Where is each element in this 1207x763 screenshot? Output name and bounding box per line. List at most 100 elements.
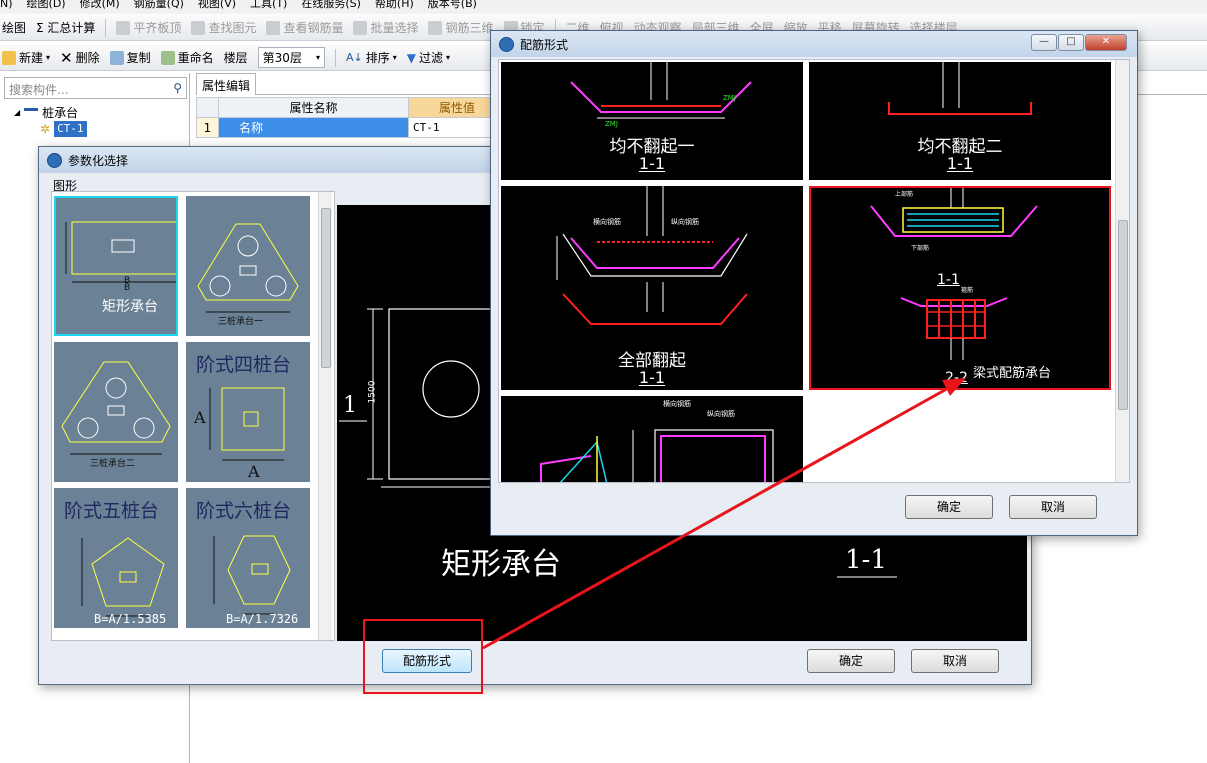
partial-option-diagram: 横向钢筋 纵向钢筋	[540, 399, 774, 482]
svg-text:横向钢筋: 横向钢筋	[663, 399, 691, 408]
highlight-box	[363, 619, 483, 694]
menu-item[interactable]: 视图(V)	[198, 0, 236, 14]
chevron-down-icon: ▾	[392, 53, 397, 62]
toolbar-separator	[105, 18, 107, 37]
filter-icon: ▼	[406, 50, 416, 65]
rename-icon	[160, 50, 175, 65]
delete-button[interactable]: ✕ 删除	[60, 49, 100, 67]
shape-gallery: B 矩形承台 B 三桩承台一 三桩承台二 阶式四桩台 A A 阶式五桩台 B=A…	[51, 191, 335, 641]
tab-property-edit[interactable]: 属性编辑	[196, 73, 256, 95]
row-number: 1	[196, 117, 219, 138]
svg-text:ZMJ: ZMJ	[605, 120, 618, 128]
cancel-button[interactable]: 取消	[911, 649, 999, 673]
dim-label: 1500	[367, 380, 378, 404]
svg-text:上部筋: 上部筋	[895, 190, 913, 198]
floor-select[interactable]: 第30层 ▾	[257, 47, 325, 68]
pile-cap-icon	[24, 108, 39, 118]
preview-caption: 矩形承台	[441, 547, 561, 582]
rebar-form-dialog: 配筋形式 — □ ✕ ZMJ ZMJ 均不翻起一 1-1 均不翻起二 1-1 横…	[490, 30, 1138, 536]
copy-icon	[109, 50, 124, 65]
rename-button[interactable]: 重命名	[160, 49, 214, 66]
column-header-name: 属性名称	[218, 97, 409, 118]
option-section: 1-1	[638, 154, 666, 173]
app-window: N) 绘图(D) 修改(M) 钢筋量(Q) 视图(V) 工具(T) 在线服务(S…	[0, 0, 1207, 763]
menu-bar: N) 绘图(D) 修改(M) 钢筋量(Q) 视图(V) 工具(T) 在线服务(S…	[0, 0, 1207, 14]
menu-item[interactable]: 在线服务(S)	[301, 0, 361, 14]
sort-button[interactable]: A↓ 排序 ▾	[346, 49, 397, 66]
chevron-down-icon: ▾	[446, 53, 451, 62]
thumb-label: B	[124, 276, 131, 286]
tree-node-pile-cap[interactable]: ◢ 桩承台	[14, 105, 87, 121]
thumb-three-pile-1[interactable]: 三桩承台一	[186, 196, 310, 336]
table-row[interactable]: 1 名称 CT-1	[196, 117, 506, 138]
gallery-scrollbar[interactable]	[318, 192, 332, 640]
tool-summary-calc[interactable]: Σ 汇总计算	[36, 19, 95, 36]
menu-item[interactable]: 版本号(B)	[428, 0, 477, 14]
binoculars-icon	[191, 20, 206, 35]
menu-item[interactable]: 帮助(H)	[375, 0, 414, 14]
scrollbar-thumb[interactable]	[1118, 220, 1128, 410]
thumb-label: 三桩承台一	[218, 317, 264, 327]
thumb-three-pile-2[interactable]: 三桩承台二	[54, 342, 178, 482]
thumb-step-six-pile[interactable]: 阶式六桩台 B=A/1.7326	[186, 488, 310, 628]
option-caption: 梁式配筋承台	[973, 366, 1052, 381]
tree-node-ct1[interactable]: ✲ CT-1	[40, 121, 87, 137]
tool-draw[interactable]: 绘图	[2, 19, 26, 36]
cube-icon	[428, 20, 443, 35]
maximize-button[interactable]: □	[1058, 34, 1084, 51]
ok-button[interactable]: 确定	[905, 495, 993, 519]
option-all-bend[interactable]: 横向钢筋 纵向钢筋 全部翻起 1-1	[501, 186, 803, 390]
thumb-rect-cap[interactable]: B 矩形承台 B	[54, 196, 178, 336]
component-tree: ◢ 桩承台 ✲ CT-1	[14, 105, 87, 137]
option-beam-rebar-cap[interactable]: 上部筋 下部筋 箍筋 1-1 梁式配筋承台 2-2	[809, 186, 1111, 390]
tool-batch-select[interactable]: 批量选择	[353, 19, 418, 36]
menu-item[interactable]: N)	[0, 0, 13, 14]
thumb-label: 三桩承台二	[90, 459, 136, 469]
table-header-row: 属性名称 属性值	[196, 97, 506, 118]
thumb-step-five-pile[interactable]: 阶式五桩台 B=A/1.5385	[54, 488, 178, 628]
option-no-bend-two[interactable]: 均不翻起二 1-1	[809, 62, 1111, 180]
option-section-2: 2-2	[945, 370, 968, 386]
svg-text:下部筋: 下部筋	[911, 244, 929, 252]
filter-button[interactable]: ▼ 过滤 ▾	[407, 49, 450, 66]
svg-text:ZMJ: ZMJ	[723, 94, 736, 102]
preview-section-label: 1-1	[845, 545, 887, 575]
menu-item[interactable]: 绘图(D)	[27, 0, 66, 14]
section-marker: 1	[343, 393, 357, 418]
chevron-down-icon: ▾	[46, 53, 51, 62]
property-table: 属性名称 属性值 1 名称 CT-1	[196, 97, 506, 138]
tool-rebar-3d[interactable]: 钢筋三维	[428, 19, 494, 36]
collapse-icon[interactable]: ◢	[14, 105, 20, 121]
cancel-button[interactable]: 取消	[1009, 495, 1097, 519]
close-button[interactable]: ✕	[1085, 34, 1127, 51]
menu-item[interactable]: 修改(M)	[80, 0, 120, 14]
thumb-label: B=A/1.5385	[94, 612, 167, 626]
rebar-icon	[266, 20, 281, 35]
option-section: 1-1	[638, 368, 666, 387]
option-no-bend-one[interactable]: ZMJ ZMJ 均不翻起一 1-1	[501, 62, 803, 180]
option-partial[interactable]: 横向钢筋 纵向钢筋	[501, 396, 803, 482]
rebar-gallery-scrollbar[interactable]	[1115, 60, 1129, 482]
svg-text:纵向钢筋: 纵向钢筋	[671, 217, 699, 226]
option-section: 1-1	[946, 154, 974, 173]
minimize-button[interactable]: —	[1031, 34, 1057, 51]
rebar-gallery: ZMJ ZMJ 均不翻起一 1-1 均不翻起二 1-1 横向钢筋 纵向钢筋 全部…	[498, 59, 1130, 483]
new-button[interactable]: 新建 ▾	[2, 49, 50, 66]
sort-icon: A↓	[345, 51, 363, 64]
thumb-step-four-pile[interactable]: 阶式四桩台 A A	[186, 342, 310, 482]
copy-button[interactable]: 复制	[109, 49, 151, 66]
ok-button[interactable]: 确定	[807, 649, 895, 673]
tool-align-slab[interactable]: 平齐板顶	[116, 19, 181, 36]
menu-item[interactable]: 工具(T)	[250, 0, 287, 14]
svg-text:箍筋: 箍筋	[961, 286, 973, 294]
svg-text:纵向钢筋: 纵向钢筋	[707, 409, 735, 418]
search-input[interactable]: 搜索构件... ⚲	[4, 77, 187, 99]
select-icon	[353, 20, 368, 35]
row-name-cell[interactable]: 名称	[218, 117, 409, 138]
search-icon[interactable]: ⚲	[173, 81, 182, 95]
scrollbar-thumb[interactable]	[321, 208, 331, 368]
tool-view-rebar[interactable]: 查看钢筋量	[266, 19, 343, 36]
app-logo-icon	[499, 36, 514, 52]
tool-find-element[interactable]: 查找图元	[191, 19, 256, 36]
menu-item[interactable]: 钢筋量(Q)	[134, 0, 184, 14]
